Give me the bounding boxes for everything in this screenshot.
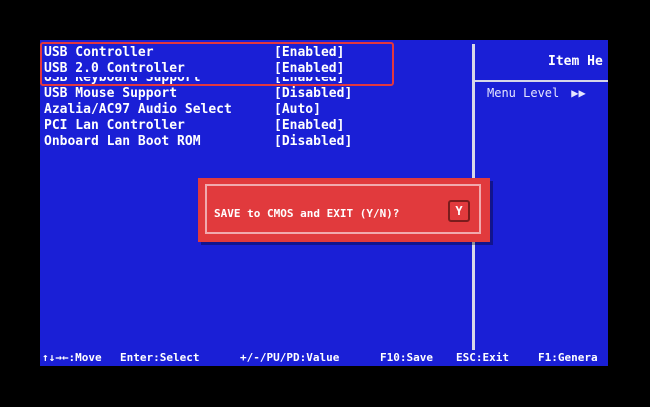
photo-frame: USB Controller [Enabled] USB 2.0 Control… — [0, 0, 650, 407]
usb-highlight-frame — [40, 42, 394, 86]
setting-value[interactable]: [Disabled] — [274, 134, 352, 150]
setting-name: USB Mouse Support — [44, 86, 178, 101]
dialog-answer-input[interactable]: Y — [448, 200, 470, 222]
bios-screen: USB Controller [Enabled] USB 2.0 Control… — [40, 40, 608, 366]
key-legend-footer: ↑↓→←:Move Enter:Select +/-/PU/PD:Value F… — [40, 349, 608, 366]
menu-level-line: Menu Level ▶▶ — [487, 86, 586, 100]
setting-name: Onboard Lan Boot ROM — [44, 134, 201, 149]
item-help-title: Item He — [548, 54, 603, 69]
setting-name: PCI Lan Controller — [44, 118, 185, 133]
menu-level-arrow-icon: ▶▶ — [571, 86, 586, 100]
setting-onboard-lan-boot-rom[interactable]: Onboard Lan Boot ROM [Disabled] — [40, 134, 472, 150]
footer-move-hint: ↑↓→←:Move — [42, 351, 102, 364]
setting-name: Azalia/AC97 Audio Select — [44, 102, 232, 117]
help-title-divider — [475, 80, 608, 82]
setting-usb-mouse-support[interactable]: USB Mouse Support [Disabled] — [40, 86, 472, 102]
footer-save-hint: F10:Save — [380, 351, 433, 364]
setting-audio-select[interactable]: Azalia/AC97 Audio Select [Auto] — [40, 102, 472, 118]
menu-level-label: Menu Level — [487, 86, 560, 100]
footer-value-hint: +/-/PU/PD:Value — [240, 351, 340, 364]
footer-help-hint: F1:Genera — [538, 351, 598, 364]
setting-value[interactable]: [Enabled] — [274, 118, 344, 134]
setting-value[interactable]: [Auto] — [274, 102, 321, 118]
dialog-prompt: SAVE to CMOS and EXIT (Y/N)? — [214, 207, 400, 220]
footer-exit-hint: ESC:Exit — [456, 351, 509, 364]
save-exit-dialog: SAVE to CMOS and EXIT (Y/N)? Y — [198, 178, 490, 242]
setting-value[interactable]: [Disabled] — [274, 86, 352, 102]
footer-select-hint: Enter:Select — [120, 351, 200, 364]
setting-pci-lan-controller[interactable]: PCI Lan Controller [Enabled] — [40, 118, 472, 134]
